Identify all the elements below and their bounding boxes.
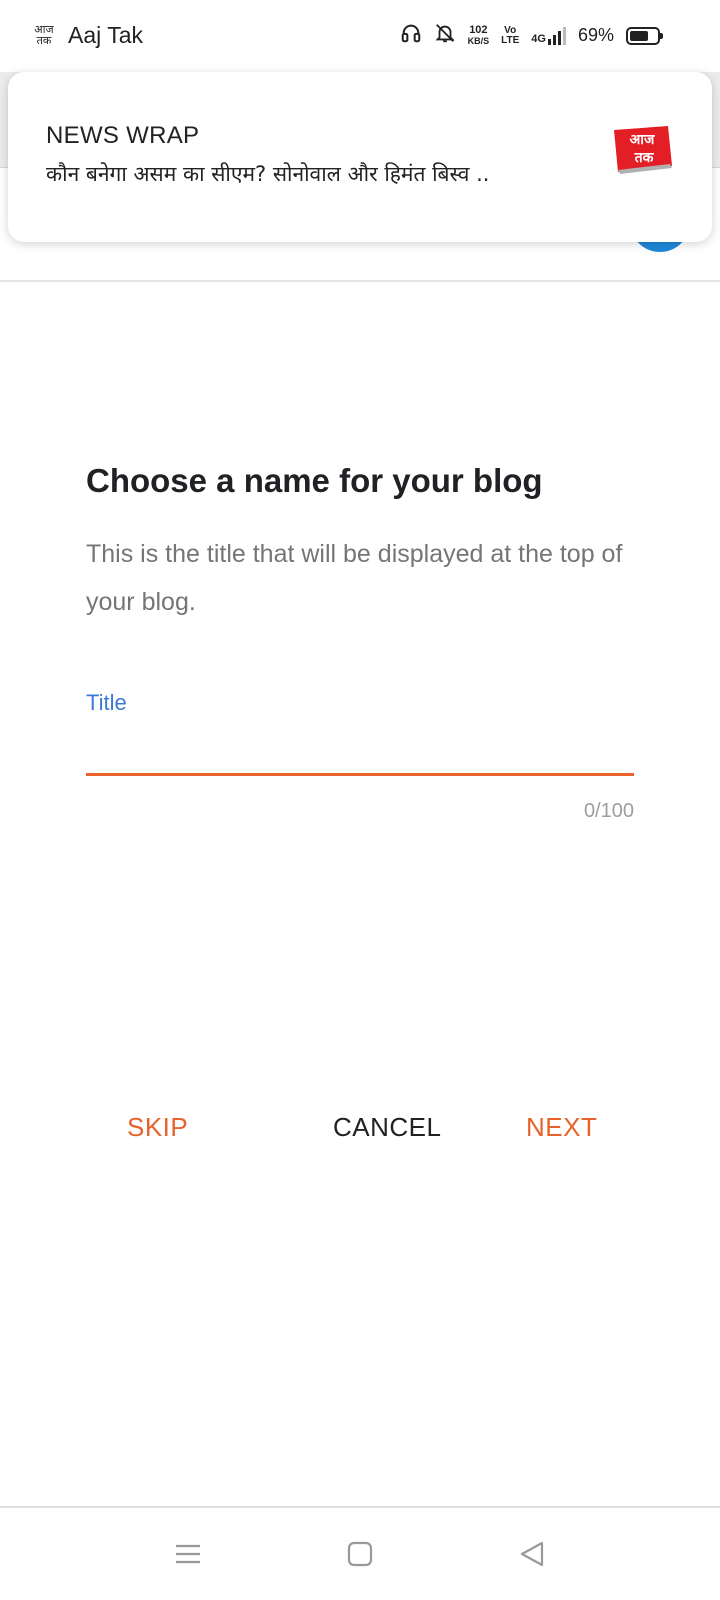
bell-muted-icon [434,22,456,49]
home-button[interactable] [340,1534,380,1574]
status-bar-right: 102 KB/S Vo LTE 4G 69% [400,22,663,49]
page-title: Choose a name for your blog [86,462,543,499]
network-speed-unit: KB/S [467,35,490,46]
aaj-tak-app-icon: आज तक [34,22,54,47]
system-navigation-bar [0,1506,720,1600]
status-bar-left: आज तक Aaj Tak [32,22,143,49]
volte-bottom: LTE [501,34,520,46]
news-notification[interactable]: NEWS WRAP कौन बनेगा असम का सीएम? सोनोवाल… [8,72,712,242]
signal-icon: 4G [531,26,566,45]
network-speed-value: 102 [469,23,488,36]
back-button[interactable] [512,1534,552,1574]
status-bar: आज तक Aaj Tak 102 KB/S Vo LTE 4G 69% [0,0,720,72]
battery-fill [630,30,648,41]
aaj-tak-logo-svg: आज तक [614,126,672,174]
volte-indicator: Vo LTE [501,24,520,46]
next-button[interactable]: NEXT [526,1112,597,1143]
volte-top: Vo [504,24,517,36]
blog-title-input[interactable] [86,726,634,776]
notification-body: कौन बनेगा असम का सीएम? सोनोवाल और हिमंत … [46,162,490,186]
skip-button[interactable]: SKIP [127,1112,188,1143]
title-field-label: Title [86,690,127,715]
signal-bars [547,26,566,45]
notification-app-name: Aaj Tak [68,22,144,48]
home-square-icon [347,1541,373,1567]
logo-text-top: आज [630,132,655,148]
logo-text-bottom: तक [634,150,655,166]
aaj-tak-logo-icon: आज तक [608,122,674,174]
battery-icon [626,26,663,45]
back-triangle-icon [520,1541,544,1567]
page-description: This is the title that will be displayed… [86,540,623,616]
headphones-icon [400,22,422,49]
character-counter: 0/100 [583,800,634,822]
battery-percent: 69% [577,25,614,45]
notification-title: NEWS WRAP [46,122,200,149]
network-speed: 102 KB/S [467,23,490,47]
network-type: 4G [531,32,546,45]
recents-button[interactable] [168,1534,208,1574]
menu-icon [176,1544,200,1564]
cancel-button[interactable]: CANCEL [333,1112,441,1143]
